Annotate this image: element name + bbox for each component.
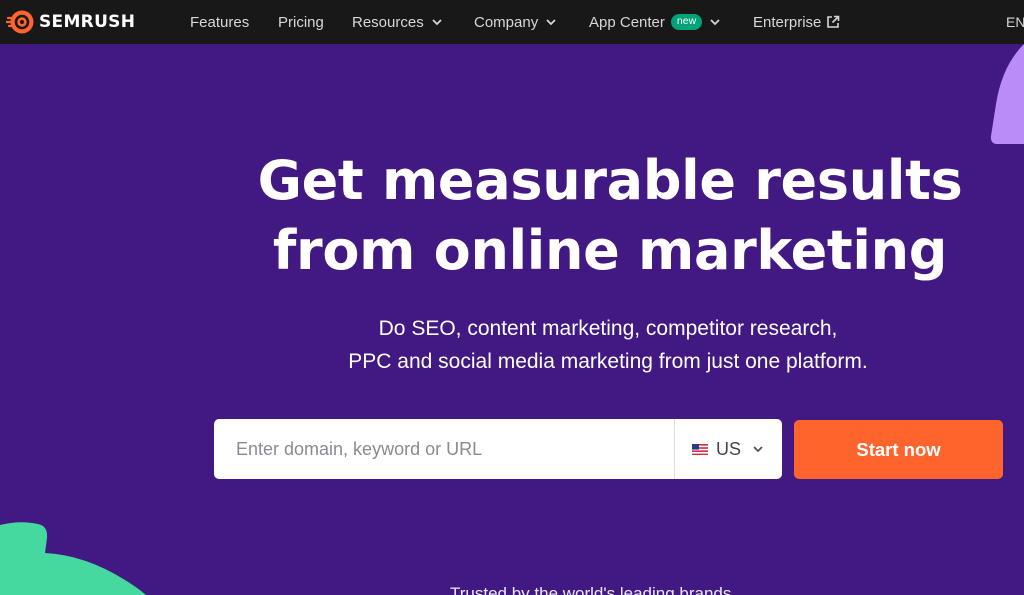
nav-pricing[interactable]: Pricing	[278, 0, 324, 44]
nav-features-label: Features	[190, 13, 250, 31]
top-navbar: SEMRUSH Features Pricing Resources Compa…	[0, 0, 1024, 44]
us-flag-icon	[692, 443, 708, 455]
nav-app-center-label: App Center	[589, 13, 665, 31]
chevron-down-icon	[432, 19, 442, 26]
nav-pricing-label: Pricing	[278, 13, 324, 31]
trusted-by-text: Trusted by the world's leading brands	[450, 584, 732, 595]
country-label: US	[716, 438, 742, 459]
hero-subtitle-line-1: Do SEO, content marketing, competitor re…	[378, 317, 838, 340]
semrush-logo[interactable]: SEMRUSH	[6, 8, 135, 36]
domain-search-input[interactable]	[236, 420, 696, 478]
hero-subtitle-line-2: PPC and social media marketing from just…	[348, 350, 868, 373]
chevron-down-icon	[753, 446, 763, 453]
search-form: US	[214, 419, 782, 479]
green-decor-shape	[0, 522, 146, 595]
language-selector[interactable]: EN	[1006, 0, 1024, 44]
chevron-down-icon	[710, 19, 720, 26]
hero-title: Get measurable results from online marke…	[250, 146, 970, 286]
nav-app-center[interactable]: App Center new	[589, 0, 721, 44]
hero-title-line-2: from online marketing	[272, 219, 948, 282]
language-label: EN	[1006, 14, 1024, 30]
nav-enterprise-label: Enterprise	[753, 13, 822, 31]
start-now-button[interactable]: Start now	[794, 420, 1003, 479]
purple-decor-shape	[990, 44, 1024, 144]
hero-title-line-1: Get measurable results	[257, 149, 963, 212]
nav-company[interactable]: Company	[474, 0, 557, 44]
nav-resources[interactable]: Resources	[352, 0, 443, 44]
country-select[interactable]: US	[675, 419, 782, 479]
nav-company-label: Company	[474, 13, 539, 31]
semrush-fireball-icon	[6, 10, 34, 34]
new-badge: new	[670, 14, 703, 30]
external-link-icon	[827, 15, 840, 28]
logo-wordmark: SEMRUSH	[39, 12, 136, 32]
nav-resources-label: Resources	[352, 13, 424, 31]
nav-enterprise[interactable]: Enterprise	[753, 0, 840, 44]
hero-subtitle: Do SEO, content marketing, competitor re…	[260, 312, 956, 378]
nav-features[interactable]: Features	[190, 0, 249, 44]
chevron-down-icon	[546, 19, 556, 26]
